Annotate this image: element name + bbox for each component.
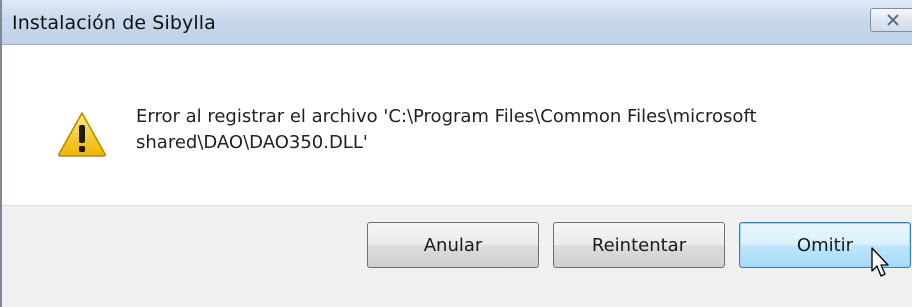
reintentar-button[interactable]: Reintentar — [553, 222, 725, 268]
window-title: Instalación de Sibylla — [12, 12, 216, 34]
title-bar[interactable]: Instalación de Sibylla — [2, 0, 912, 45]
error-message-line-1: Error al registrar el archivo 'C:\Progra… — [136, 106, 757, 127]
dialog-content: Error al registrar el archivo 'C:\Progra… — [2, 45, 912, 205]
error-message: Error al registrar el archivo 'C:\Progra… — [136, 104, 876, 156]
warning-icon — [58, 112, 106, 157]
error-message-line-2: shared\DAO\DAO350.DLL' — [136, 132, 368, 153]
error-dialog: Instalación de Sibylla Error al registra… — [0, 0, 912, 307]
anular-button[interactable]: Anular — [367, 222, 539, 268]
close-button[interactable] — [870, 8, 912, 32]
close-icon — [887, 14, 899, 26]
mouse-cursor-icon — [871, 247, 889, 277]
